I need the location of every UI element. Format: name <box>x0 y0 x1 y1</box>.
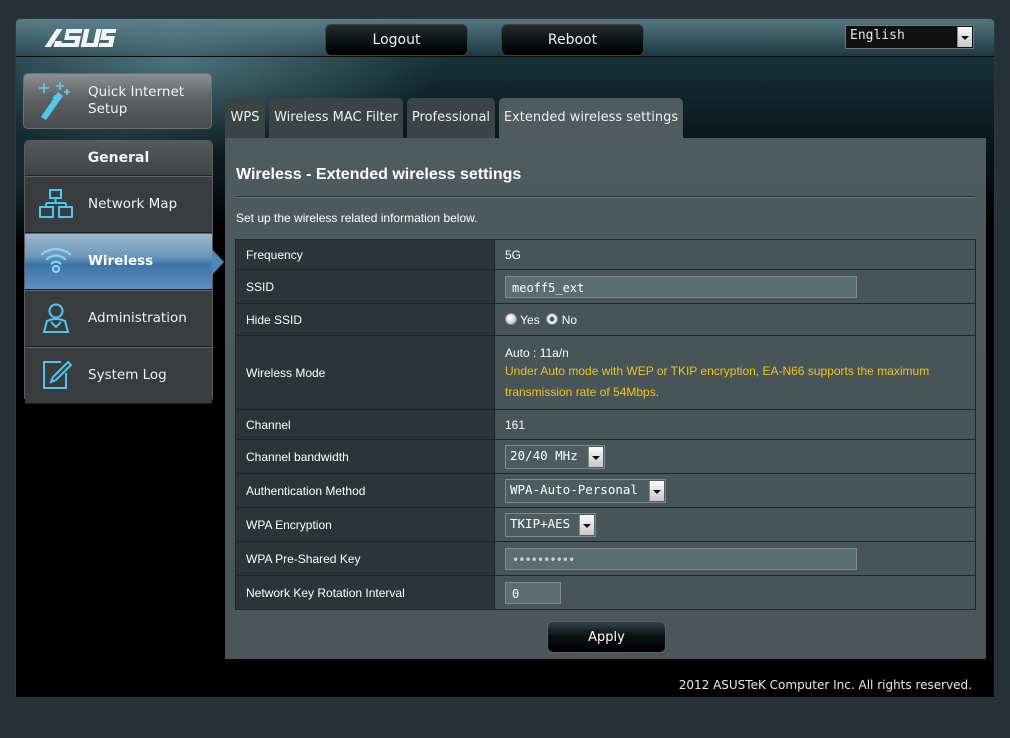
sidebar-heading: General <box>25 141 212 176</box>
tab-extended-wireless-settings[interactable]: Extended wireless settings <box>499 98 683 138</box>
tab-professional[interactable]: Professional <box>407 98 495 138</box>
quick-internet-setup-button[interactable]: Quick Internet Setup <box>23 73 212 129</box>
page-title: Wireless - Extended wireless settings <box>236 166 522 183</box>
channel-bandwidth-select[interactable]: 20/40 MHz <box>505 444 605 469</box>
apply-button[interactable]: Apply <box>547 621 666 653</box>
sidebar-item-wireless[interactable]: Wireless <box>25 233 224 290</box>
wireless-mode-cell: Auto : 11a/n Under Auto mode with WEP or… <box>494 335 976 410</box>
wpa-psk-label: WPA Pre-Shared Key <box>235 541 495 576</box>
auth-method-cell: WPA-Auto-Personal <box>494 473 976 508</box>
table-row-key-rotation: Network Key Rotation Interval 0 <box>235 575 976 610</box>
wpa-encryption-value: TKIP+AES <box>510 515 571 531</box>
key-rotation-label: Network Key Rotation Interval <box>235 575 495 610</box>
table-row-hide-ssid: Hide SSID Yes No <box>235 303 976 336</box>
copyright-footer: 2012 ASUSTeK Computer Inc. All rights re… <box>678 678 972 692</box>
qis-line-1: Quick Internet <box>88 84 185 100</box>
table-row-channel: Channel 161 <box>235 409 976 440</box>
auth-method-value: WPA-Auto-Personal <box>510 481 638 497</box>
chevron-down-icon[interactable] <box>957 27 972 47</box>
hide-ssid-no-label: No <box>561 312 578 327</box>
ssid-input[interactable]: meoff5_ext <box>505 275 857 298</box>
quick-internet-setup-label: Quick Internet Setup <box>88 84 184 118</box>
channel-bandwidth-value: 20/40 MHz <box>510 447 578 463</box>
wireless-mode-warning: Under Auto mode with WEP or TKIP encrypt… <box>505 363 930 399</box>
frequency-label: Frequency <box>235 239 495 270</box>
edit-log-icon <box>43 360 73 389</box>
network-map-icon <box>39 189 73 218</box>
sidebar-item-label: Network Map <box>88 196 178 212</box>
ssid-cell: meoff5_ext <box>494 269 976 304</box>
router-admin-window: Logout Reboot English Quick Internet Set… <box>16 19 994 697</box>
tab-wireless-mac-filter[interactable]: Wireless MAC Filter <box>269 98 403 138</box>
wpa-psk-cell: •••••••••• <box>494 541 976 576</box>
sidebar-item-label: System Log <box>88 367 167 383</box>
asus-logo-icon <box>44 29 117 47</box>
title-divider <box>236 196 975 198</box>
channel-bandwidth-label: Channel bandwidth <box>235 439 495 474</box>
wpa-encryption-select[interactable]: TKIP+AES <box>505 512 596 537</box>
sidebar-item-network-map[interactable]: Network Map <box>25 176 212 233</box>
channel-bandwidth-cell: 20/40 MHz <box>494 439 976 474</box>
sidebar-item-label: Administration <box>88 310 187 326</box>
asus-logo <box>37 28 117 53</box>
hide-ssid-cell: Yes No <box>494 303 976 336</box>
auth-method-select[interactable]: WPA-Auto-Personal <box>505 478 666 503</box>
sidebar-nav: General Network Map Wireless Administrat… <box>24 140 224 404</box>
page-description: Set up the wireless related information … <box>236 211 478 225</box>
hide-ssid-label: Hide SSID <box>235 303 495 336</box>
qis-line-2: Setup <box>88 101 128 117</box>
auth-method-label: Authentication Method <box>235 473 495 508</box>
table-row-channel-bandwidth: Channel bandwidth 20/40 MHz <box>235 439 976 474</box>
wifi-icon <box>40 247 72 274</box>
table-row-auth-method: Authentication Method WPA-Auto-Personal <box>235 473 976 508</box>
settings-panel: Wireless - Extended wireless settings Se… <box>225 138 986 659</box>
sidebar-item-administration[interactable]: Administration <box>25 290 212 347</box>
frequency-value: 5G <box>494 239 976 270</box>
wpa-psk-input[interactable]: •••••••••• <box>505 547 857 570</box>
chevron-down-icon[interactable] <box>579 514 594 535</box>
table-row-wireless-mode: Wireless Mode Auto : 11a/n Under Auto mo… <box>235 335 976 410</box>
chevron-down-icon[interactable] <box>588 446 603 467</box>
sidebar-item-system-log[interactable]: System Log <box>25 347 212 404</box>
reboot-button[interactable]: Reboot <box>501 24 644 56</box>
chevron-down-icon[interactable] <box>649 480 664 501</box>
hide-ssid-yes-radio[interactable] <box>505 312 517 325</box>
hide-ssid-yes-label: Yes <box>520 312 540 327</box>
table-row-ssid: SSID meoff5_ext <box>235 269 976 304</box>
sidebar-item-label: Wireless <box>88 253 154 269</box>
table-row-wpa-encryption: WPA Encryption TKIP+AES <box>235 507 976 542</box>
table-row-frequency: Frequency 5G <box>235 239 976 270</box>
magic-wand-icon <box>39 82 70 120</box>
wpa-encryption-label: WPA Encryption <box>235 507 495 542</box>
wpa-encryption-cell: TKIP+AES <box>494 507 976 542</box>
tab-wps[interactable]: WPS <box>225 98 265 138</box>
language-value: English <box>850 28 905 43</box>
hide-ssid-no-radio[interactable] <box>546 312 559 325</box>
channel-label: Channel <box>235 409 495 440</box>
logout-button[interactable]: Logout <box>325 24 468 56</box>
wireless-mode-label: Wireless Mode <box>235 335 495 410</box>
table-row-wpa-psk: WPA Pre-Shared Key •••••••••• <box>235 541 976 576</box>
settings-table: Frequency 5G SSID meoff5_ext Hide SSID Y… <box>235 239 976 610</box>
user-icon <box>42 303 70 333</box>
key-rotation-cell: 0 <box>494 575 976 610</box>
wireless-mode-value: Auto : 11a/n <box>505 345 569 360</box>
channel-value: 161 <box>494 409 976 440</box>
language-select[interactable]: English <box>845 25 974 49</box>
ssid-label: SSID <box>235 269 495 304</box>
key-rotation-input[interactable]: 0 <box>505 581 561 604</box>
